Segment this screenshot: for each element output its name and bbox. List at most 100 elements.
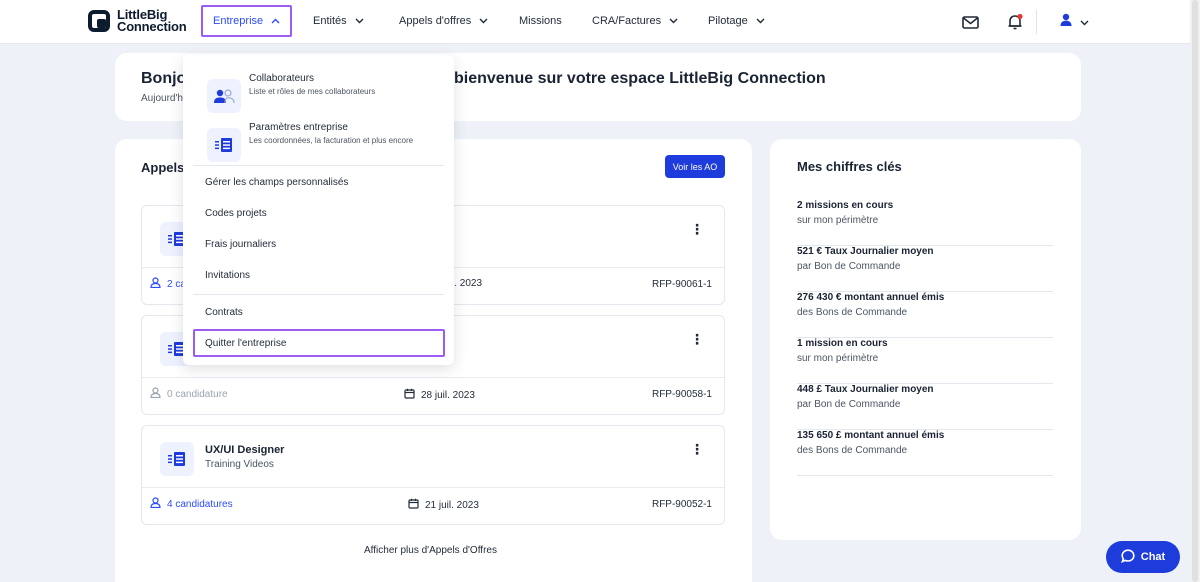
- chevron-down-icon: [355, 17, 364, 26]
- ao-card-candidatures[interactable]: 2 ca: [150, 277, 186, 291]
- nav-entites-label: Entités: [313, 15, 347, 27]
- kpi-description: sur mon périmètre: [797, 215, 879, 226]
- logo-icon: [88, 10, 110, 32]
- kpi-value: 448 £ Taux Journalier moyen: [797, 384, 934, 395]
- kpi-value: 2 missions en cours: [797, 200, 894, 211]
- nav-entreprise-label: Entreprise: [213, 15, 264, 27]
- nav-pilotage-label: Pilotage: [708, 15, 748, 27]
- user-menu[interactable]: [1056, 11, 1092, 33]
- entreprise-dropdown-menu: Collaborateurs Liste et rôles de mes col…: [183, 55, 454, 365]
- ao-card-reference: RFP-90061-1: [651, 279, 712, 290]
- ao-card-reference: RFP-90052-1: [651, 499, 712, 510]
- ao-card-candidatures-label: 0 candidature: [167, 388, 228, 400]
- kpi-description: des Bons de Commande: [797, 307, 908, 318]
- more-vertical-icon[interactable]: ⋮: [690, 332, 704, 346]
- mail-icon[interactable]: [959, 11, 981, 33]
- welcome-title-end: bienvenue sur votre espace LittleBig Con…: [454, 70, 826, 87]
- ao-card-date-label: l. 2023: [452, 278, 483, 289]
- nav-appels-offres-label: Appels d'offres: [399, 15, 472, 27]
- nav-entreprise[interactable]: Entreprise: [201, 5, 292, 37]
- ao-card-candidatures[interactable]: 0 candidature: [150, 387, 228, 401]
- menu-item-frais-journaliers[interactable]: Frais journaliers: [205, 239, 276, 250]
- voir-les-ao-button[interactable]: Voir les AO: [665, 155, 725, 178]
- person-icon: [150, 497, 161, 511]
- more-vertical-icon[interactable]: ⋮: [690, 442, 704, 456]
- ao-card-candidatures[interactable]: 4 candidatures: [150, 497, 233, 511]
- chevron-down-icon: [1080, 13, 1089, 31]
- users-icon: [207, 79, 241, 113]
- kpi-item: 276 430 € montant annuel émis des Bons d…: [797, 292, 1053, 338]
- nav-pilotage[interactable]: Pilotage: [698, 5, 775, 37]
- kpi-value: 276 430 € montant annuel émis: [797, 292, 945, 303]
- kpi-value: 521 € Taux Journalier moyen: [797, 246, 934, 257]
- brand-logo[interactable]: LittleBig Connection: [88, 7, 187, 34]
- menu-item-subtitle: Les coordonnées, la facturation et plus …: [249, 136, 414, 145]
- bell-icon[interactable]: [1004, 11, 1026, 33]
- menu-item-quitter-entreprise[interactable]: Quitter l'entreprise: [205, 338, 286, 349]
- welcome-subtitle: Aujourd'h: [141, 93, 183, 104]
- chevron-up-icon: [271, 17, 280, 26]
- ao-card-date-label: 21 juil. 2023: [425, 499, 479, 511]
- brand-name: LittleBig Connection: [117, 7, 187, 34]
- afficher-plus-link[interactable]: Afficher plus d'Appels d'Offres: [364, 545, 497, 556]
- menu-divider: [193, 294, 444, 295]
- more-vertical-icon[interactable]: ⋮: [690, 222, 704, 236]
- chat-button[interactable]: Chat: [1106, 541, 1180, 573]
- person-icon: [150, 387, 161, 401]
- nav-missions[interactable]: Missions: [509, 5, 572, 37]
- kpi-item: 448 £ Taux Journalier moyen par Bon de C…: [797, 384, 1053, 430]
- chevron-down-icon: [479, 17, 488, 26]
- kpi-item: 1 mission en cours sur mon périmètre: [797, 338, 1053, 384]
- page-scrollbar-thumb[interactable]: [1192, 0, 1198, 582]
- user-icon: [1060, 13, 1072, 31]
- nav-missions-label: Missions: [519, 15, 562, 27]
- ao-card-header: UX/UI Designer Training Videos ⋮: [142, 426, 724, 488]
- ao-card-date: 28 juil. 2023: [404, 388, 475, 402]
- building-document-icon: [207, 128, 241, 162]
- ao-card-candidatures-label: 4 candidatures: [167, 498, 233, 510]
- menu-item-invitations[interactable]: Invitations: [205, 270, 250, 281]
- calendar-icon: [404, 388, 415, 402]
- menu-item-subtitle: Liste et rôles de mes collaborateurs: [249, 87, 376, 96]
- menu-item-title: Collaborateurs: [249, 73, 315, 84]
- kpi-panel: Mes chiffres clés 2 missions en cours su…: [770, 139, 1081, 540]
- ao-card-reference: RFP-90058-1: [651, 389, 712, 400]
- person-icon: [150, 277, 161, 291]
- kpi-item: 2 missions en cours sur mon périmètre: [797, 200, 1053, 246]
- kpi-description: des Bons de Commande: [797, 445, 908, 456]
- welcome-title: Bonjo bienvenue sur votre espace LittleB…: [141, 70, 826, 88]
- navbar-separator: [1036, 10, 1037, 34]
- menu-item-codes-projets[interactable]: Codes projets: [205, 208, 267, 219]
- menu-item-champs-personnalises[interactable]: Gérer les champs personnalisés: [205, 177, 348, 188]
- kpi-item: 135 650 £ montant annuel émis des Bons d…: [797, 430, 1053, 476]
- kpi-value: 1 mission en cours: [797, 338, 888, 349]
- ao-card-date: 21 juil. 2023: [408, 498, 479, 512]
- kpi-description: par Bon de Commande: [797, 399, 901, 410]
- ao-card[interactable]: UX/UI Designer Training Videos ⋮ 4 candi…: [141, 425, 725, 525]
- kpi-item: 521 € Taux Journalier moyen par Bon de C…: [797, 246, 1053, 292]
- kpi-description: sur mon périmètre: [797, 353, 879, 364]
- chat-bubble-icon: [1120, 548, 1135, 566]
- menu-item-contrats[interactable]: Contrats: [205, 307, 243, 318]
- nav-cra-factures[interactable]: CRA/Factures: [582, 5, 688, 37]
- kpi-description: par Bon de Commande: [797, 261, 901, 272]
- ao-card-date: l. 2023: [452, 278, 482, 289]
- kpi-title: Mes chiffres clés: [797, 159, 902, 174]
- nav-entites[interactable]: Entités: [303, 5, 374, 37]
- ao-card-title: UX/UI Designer: [205, 444, 285, 456]
- top-navbar: LittleBig Connection Entreprise Entités …: [0, 0, 1190, 44]
- nav-appels-offres[interactable]: Appels d'offres: [389, 5, 498, 37]
- ao-card-client: Training Videos: [205, 459, 274, 470]
- calendar-icon: [408, 498, 419, 512]
- menu-item-collaborateurs[interactable]: Collaborateurs Liste et rôles de mes col…: [207, 73, 442, 115]
- ao-card-date-label: 28 juil. 2023: [421, 389, 475, 401]
- chevron-down-icon: [756, 17, 765, 26]
- chevron-down-icon: [669, 17, 678, 26]
- kpi-value: 135 650 £ montant annuel émis: [797, 430, 945, 441]
- chat-button-label: Chat: [1140, 551, 1166, 563]
- document-icon: [160, 442, 194, 476]
- appels-offres-title: Appels: [141, 160, 185, 175]
- menu-item-parametres-entreprise[interactable]: Paramètres entreprise Les coordonnées, l…: [207, 122, 442, 164]
- welcome-title-start: Bonjo: [141, 70, 187, 87]
- nav-cra-factures-label: CRA/Factures: [592, 15, 662, 27]
